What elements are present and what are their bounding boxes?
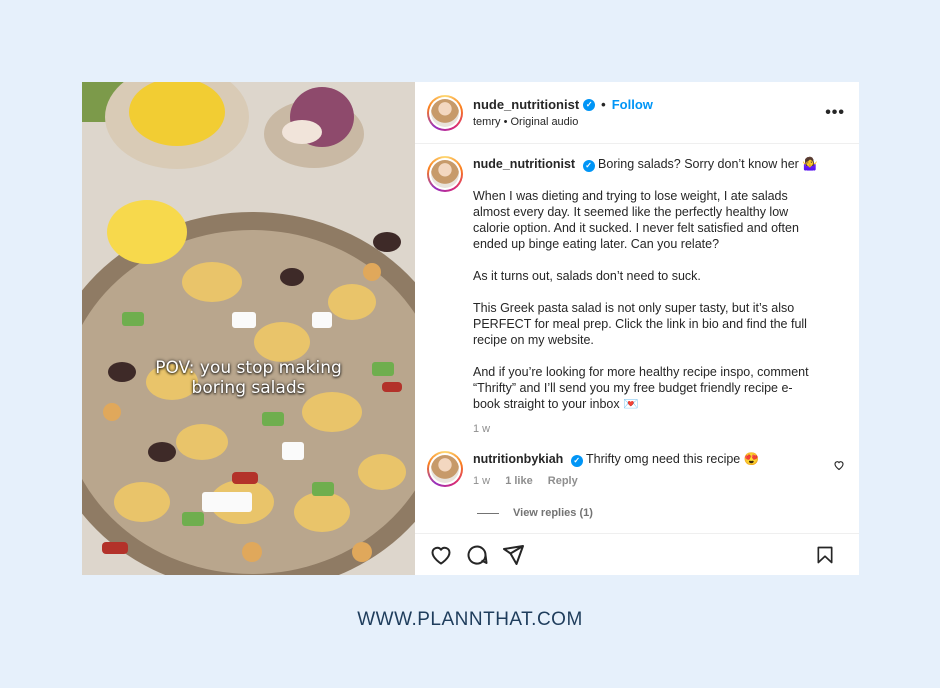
share-paper-plane-icon[interactable]: [501, 543, 525, 567]
follow-button[interactable]: Follow: [612, 97, 653, 112]
author-avatar[interactable]: [427, 94, 463, 131]
view-replies-line: [477, 512, 499, 514]
verified-badge-icon: ✓: [583, 98, 596, 111]
caption-paragraph-2: As it turns out, salads don’t need to su…: [473, 269, 701, 283]
verified-badge-icon: ✓: [582, 160, 595, 172]
audio-author[interactable]: temry: [473, 116, 501, 128]
comments-section: nude_nutritionist ✓ Boring salads? Sorry…: [415, 144, 859, 533]
caption-username[interactable]: nude_nutritionist: [473, 157, 575, 171]
commenter-avatar[interactable]: [427, 451, 463, 487]
caption-paragraph-4: And if you’re looking for more healthy r…: [473, 365, 809, 411]
comment-item: nutritionbykiah ✓ Thrifty omg need this …: [427, 451, 845, 489]
reply-button[interactable]: Reply: [548, 475, 578, 487]
save-bookmark-icon[interactable]: [815, 545, 835, 565]
more-options-button[interactable]: •••: [825, 104, 845, 122]
post-header: nude_nutritionist ✓ • Follow temry • Ori…: [415, 82, 859, 144]
overlay-line-2: boring salads: [191, 378, 306, 398]
post-video[interactable]: POV: you stop making boring salads: [82, 82, 415, 575]
salad-photo: [82, 82, 415, 575]
view-replies-button[interactable]: View replies (1): [477, 507, 845, 519]
caption-timestamp[interactable]: 1 w: [473, 421, 833, 437]
instagram-post-card: POV: you stop making boring salads nude_…: [82, 82, 859, 575]
commenter-username[interactable]: nutritionbykiah: [473, 452, 563, 466]
comment-likes[interactable]: 1 like: [505, 475, 533, 487]
caption-paragraph-1: When I was dieting and trying to lose we…: [473, 189, 799, 251]
caption-paragraph-3: This Greek pasta salad is not only super…: [473, 301, 807, 347]
post-caption: nude_nutritionist ✓ Boring salads? Sorry…: [427, 156, 845, 437]
post-side-panel: nude_nutritionist ✓ • Follow temry • Ori…: [415, 82, 859, 575]
like-heart-icon[interactable]: [429, 543, 453, 567]
verified-badge-icon: ✓: [570, 455, 583, 467]
header-separator: •: [601, 97, 606, 112]
comment-like-heart-icon[interactable]: [833, 459, 845, 471]
comment-text: Thrifty omg need this recipe 😍: [586, 452, 760, 466]
video-caption-overlay: POV: you stop making boring salads: [82, 358, 415, 398]
comment-timestamp[interactable]: 1 w: [473, 475, 490, 487]
view-replies-label[interactable]: View replies (1): [513, 507, 593, 519]
comment-bubble-icon[interactable]: [465, 543, 489, 567]
overlay-line-1: POV: you stop making: [155, 358, 342, 378]
caption-title: Boring salads? Sorry don’t know her 🤷‍♀️: [598, 157, 818, 171]
author-username[interactable]: nude_nutritionist: [473, 97, 579, 112]
audio-label[interactable]: Original audio: [510, 116, 578, 128]
action-bar: [415, 533, 859, 575]
audio-separator: •: [503, 116, 508, 128]
caption-avatar[interactable]: [427, 156, 463, 192]
website-url[interactable]: WWW.PLANNTHAT.COM: [0, 609, 940, 631]
